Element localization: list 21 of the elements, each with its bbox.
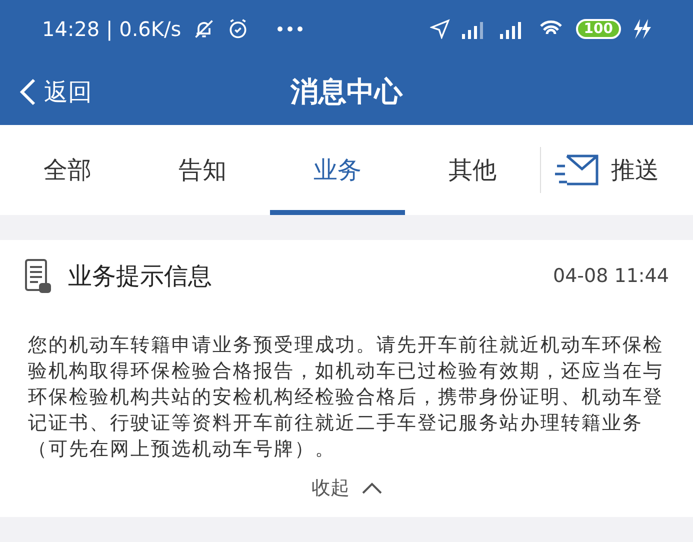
message-body: 您的机动车转籍申请业务预受理成功。请先开车前往就近机动车环保检验机构取得环保检验合格报告，如机动车已过检验有效期，还应当在与环保检验机构共站的安检机构经检验合格后，携带身份证明、机动车登记证书、行驶证等资料开车前往就近二手车登记服务站办理转籍业务（可先在网上预选机动车号牌）。 [27,333,664,462]
back-button[interactable]: 返回 [0,74,92,110]
tab[interactable]: 全部 [0,125,135,215]
more-icon [277,26,304,32]
location-icon [430,19,450,39]
collapse-button[interactable]: 收起 [312,474,382,502]
document-icon [24,258,52,294]
push-button[interactable]: 推送 [541,125,659,215]
status-time: 14:28 | 0.6K/s [42,16,182,43]
message-time: 04-08 11:44 [552,264,669,289]
page-title: 消息中心 [290,74,402,110]
tab[interactable]: 其他 [405,125,540,215]
charging-icon [633,19,651,39]
tab[interactable]: 业务 [270,125,405,215]
bell-off-icon [193,18,216,40]
back-chevron-icon [20,78,36,106]
battery-indicator: 100 [576,19,621,39]
tab[interactable]: 告知 [135,125,270,215]
chevron-up-icon [362,482,382,494]
envelope-icon [555,154,599,186]
message-title: 业务提示信息 [68,261,212,292]
